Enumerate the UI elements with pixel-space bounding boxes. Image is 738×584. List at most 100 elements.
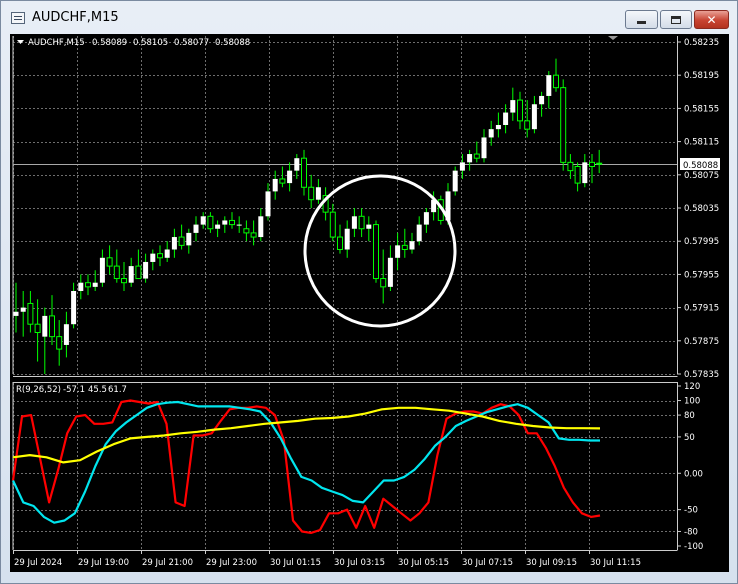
bull-candle xyxy=(186,232,192,246)
bull-candle xyxy=(409,241,415,250)
bull-candle xyxy=(488,129,494,138)
bear-candle xyxy=(113,265,120,280)
ohlc-close: 0.58088 xyxy=(215,38,250,48)
minimize-button[interactable] xyxy=(625,10,658,29)
candles xyxy=(13,58,603,374)
indicator-tick-label: -100 xyxy=(684,542,703,552)
current-price-label: 0.58088 xyxy=(683,161,718,171)
indicator-tick-label: 50 xyxy=(684,433,695,443)
price-tick-label: 0.58115 xyxy=(684,138,719,148)
time-tick-label: 29 Jul 19:00 xyxy=(78,558,129,568)
bull-candle xyxy=(423,212,429,225)
ohlc-high: 0.58105 xyxy=(133,38,168,48)
bear-candle xyxy=(56,336,63,350)
bull-candle xyxy=(582,162,588,184)
time-tick-label: 30 Jul 11:15 xyxy=(590,558,641,568)
bull-candle xyxy=(287,170,293,184)
price-axis: 0.582350.581950.581550.581150.580750.580… xyxy=(677,38,719,380)
bear-candle xyxy=(121,278,127,284)
bear-candle xyxy=(106,257,113,267)
bull-candle xyxy=(539,95,545,105)
indicator-value-2: 45.5 xyxy=(88,385,107,395)
bull-candle xyxy=(531,104,537,130)
bull-candle xyxy=(164,249,170,258)
chart-area[interactable]: 0.58235 0.58195 0.58155 0.58115 0.58075 0.580… xyxy=(10,34,729,572)
bear-candle xyxy=(337,236,343,251)
time-tick-label: 30 Jul 03:15 xyxy=(334,558,385,568)
bull-candle xyxy=(20,307,26,312)
price-tick-label: 0.58235 xyxy=(684,38,719,48)
bear-candle xyxy=(157,253,163,259)
maximize-button[interactable] xyxy=(660,10,692,29)
bull-candle xyxy=(258,216,264,238)
ohlc-open: 0.58089 xyxy=(92,38,127,48)
bear-candle xyxy=(560,87,567,163)
price-tick-label: 0.57875 xyxy=(684,337,719,347)
close-icon: ✕ xyxy=(706,12,717,27)
bear-candle xyxy=(329,211,336,238)
price-tick-label: 0.58195 xyxy=(684,71,719,81)
price-tick-label: 0.57915 xyxy=(684,304,719,314)
bull-candle xyxy=(315,187,321,200)
bull-candle xyxy=(128,266,134,283)
indicator-tick-label: 80 xyxy=(684,411,695,421)
price-tick-label: 0.58075 xyxy=(684,171,719,181)
bear-candle xyxy=(473,153,480,159)
bull-candle xyxy=(344,228,350,250)
price-tick-label: 0.58035 xyxy=(684,204,719,214)
indicator-lines xyxy=(11,399,601,534)
symbol-label: AUDCHF,M15 xyxy=(28,38,85,48)
bear-candle xyxy=(373,224,379,280)
bear-candle xyxy=(301,157,307,188)
bull-candle xyxy=(265,191,271,217)
title-bar[interactable]: AUDCHF,M15 ✕ xyxy=(1,1,737,33)
bear-candle xyxy=(524,120,531,130)
time-tick-label: 30 Jul 09:15 xyxy=(526,558,577,568)
scroll-shift-icon[interactable] xyxy=(608,36,618,40)
bull-candle xyxy=(71,291,77,325)
time-axis: 29 Jul 2024 29 Jul 19:00 29 Jul 21:00 29 Ju… xyxy=(13,550,641,568)
bear-candle xyxy=(567,161,574,172)
indicator-label: R(9,26,52) xyxy=(16,385,61,395)
chart-window-icon xyxy=(11,12,25,24)
indicator-tick-label: -80 xyxy=(684,527,698,537)
bull-candle xyxy=(459,162,465,171)
bear-candle xyxy=(27,302,34,325)
indicator-tick-label: 100 xyxy=(684,397,700,407)
bear-candle xyxy=(85,282,91,288)
bull-candle xyxy=(395,245,401,258)
bear-candle xyxy=(308,186,315,201)
bull-candle xyxy=(63,324,69,345)
bear-candle xyxy=(401,244,408,251)
bear-candle xyxy=(574,166,581,184)
bull-candle xyxy=(99,257,105,283)
bear-candle xyxy=(380,278,387,288)
bull-candle xyxy=(200,216,206,225)
bull-candle xyxy=(481,137,487,159)
bull-candle xyxy=(171,237,177,250)
price-tick-label: 0.57995 xyxy=(684,237,719,247)
bull-candle xyxy=(143,261,149,279)
bull-candle xyxy=(193,224,199,233)
chart-canvas[interactable]: 0.582350.581950.581550.581150.580750.580… xyxy=(10,34,729,572)
indicator-value-3: 61.7 xyxy=(108,385,127,395)
bull-candle xyxy=(503,112,509,125)
bull-candle xyxy=(351,216,357,229)
time-tick-label: 30 Jul 01:15 xyxy=(270,558,321,568)
bull-candle xyxy=(42,315,48,337)
bull-candle xyxy=(236,224,242,226)
bear-candle xyxy=(553,74,559,89)
time-tick-label: 30 Jul 05:15 xyxy=(398,558,449,568)
price-tick-label: 0.57955 xyxy=(684,270,719,280)
minimize-icon xyxy=(637,21,646,24)
bear-candle xyxy=(596,162,603,165)
bull-candle xyxy=(215,224,221,229)
time-tick-label: 29 Jul 23:00 xyxy=(206,558,257,568)
close-button[interactable]: ✕ xyxy=(694,10,729,29)
indicator-tick-label: 120 xyxy=(684,382,700,392)
bull-candle xyxy=(495,125,501,130)
bull-candle xyxy=(366,224,372,229)
bull-candle xyxy=(546,75,552,96)
bear-candle xyxy=(279,178,286,184)
indicator-axis: 120 100 80 50 0.00 -50 -80 -100 xyxy=(677,382,703,552)
